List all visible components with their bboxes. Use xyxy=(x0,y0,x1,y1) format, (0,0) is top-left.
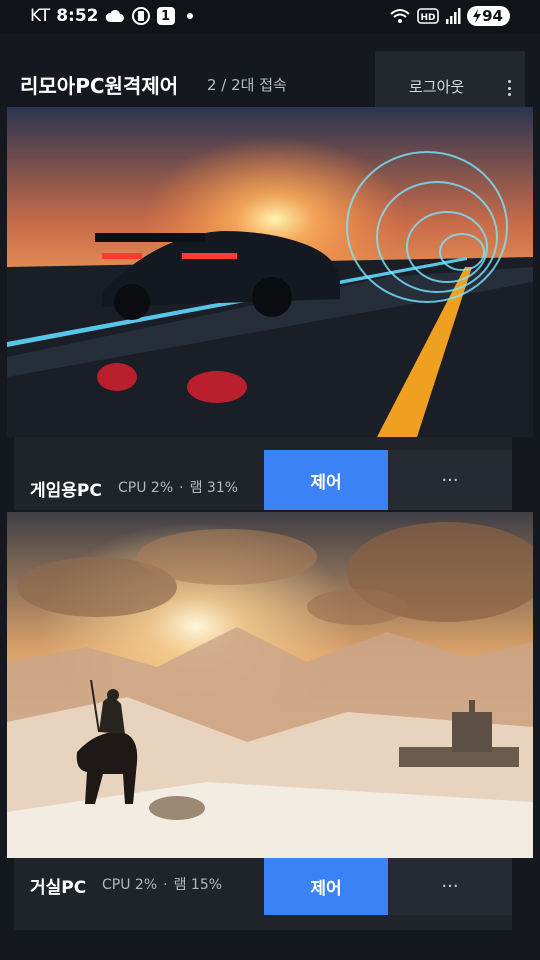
pc-card-bar: 거실PC CPU 2% · 램 15% 제어 ··· xyxy=(14,858,512,930)
carrier-label: KT xyxy=(30,6,51,26)
connection-status: 2 / 2대 접속 xyxy=(207,76,287,94)
horseman-wallpaper-image xyxy=(7,512,533,858)
pc-stats: CPU 2% · 램 15% xyxy=(102,874,222,894)
more-horiz-icon: ··· xyxy=(441,469,459,491)
cpu-usage: CPU 2% xyxy=(118,480,174,496)
cpu-usage: CPU 2% xyxy=(102,877,158,893)
more-vert-icon[interactable] xyxy=(507,80,511,96)
ram-usage: 램 15% xyxy=(173,877,223,893)
signal-icon xyxy=(445,8,461,24)
pc-screen-thumbnail[interactable] xyxy=(7,107,533,437)
ram-usage: 램 31% xyxy=(189,480,239,496)
logout-label: 로그아웃 xyxy=(409,78,465,96)
control-button[interactable]: 제어 xyxy=(264,858,388,915)
stat-separator: · xyxy=(179,480,184,496)
page-title: 리모아PC원격제어 xyxy=(20,74,179,98)
more-horiz-icon: ··· xyxy=(441,876,459,897)
pc-stats: CPU 2% · 램 31% xyxy=(118,477,238,497)
pc-name: 게임용PC xyxy=(30,481,102,501)
more-options-button[interactable]: ··· xyxy=(388,450,512,510)
stat-separator: · xyxy=(163,877,168,893)
app-header: 리모아PC원격제어 2 / 2대 접속 로그아웃 xyxy=(0,34,540,123)
charging-bolt-icon xyxy=(473,9,482,23)
hd-label: HD xyxy=(421,13,436,23)
wifi-icon xyxy=(389,7,411,25)
more-options-button[interactable]: ··· xyxy=(388,858,512,915)
notification-dot-icon xyxy=(186,13,193,19)
control-button[interactable]: 제어 xyxy=(264,450,388,510)
hd-voice-icon: HD xyxy=(417,8,439,24)
car-wallpaper-image xyxy=(7,107,533,437)
pc-name: 거실PC xyxy=(30,878,87,898)
notification-badge: 1 xyxy=(156,7,175,25)
status-bar: KT 8:52 1 HD 94 xyxy=(0,0,540,34)
pc-screen-thumbnail[interactable] xyxy=(7,512,533,858)
clock: 8:52 xyxy=(56,6,99,26)
battery-level: 94 xyxy=(482,7,503,25)
pc-card-bar: 게임용PC CPU 2% · 램 31% 제어 ··· xyxy=(14,437,512,510)
battery-saver-icon xyxy=(131,6,151,26)
battery-indicator: 94 xyxy=(467,6,510,26)
cloud-icon xyxy=(105,9,125,23)
